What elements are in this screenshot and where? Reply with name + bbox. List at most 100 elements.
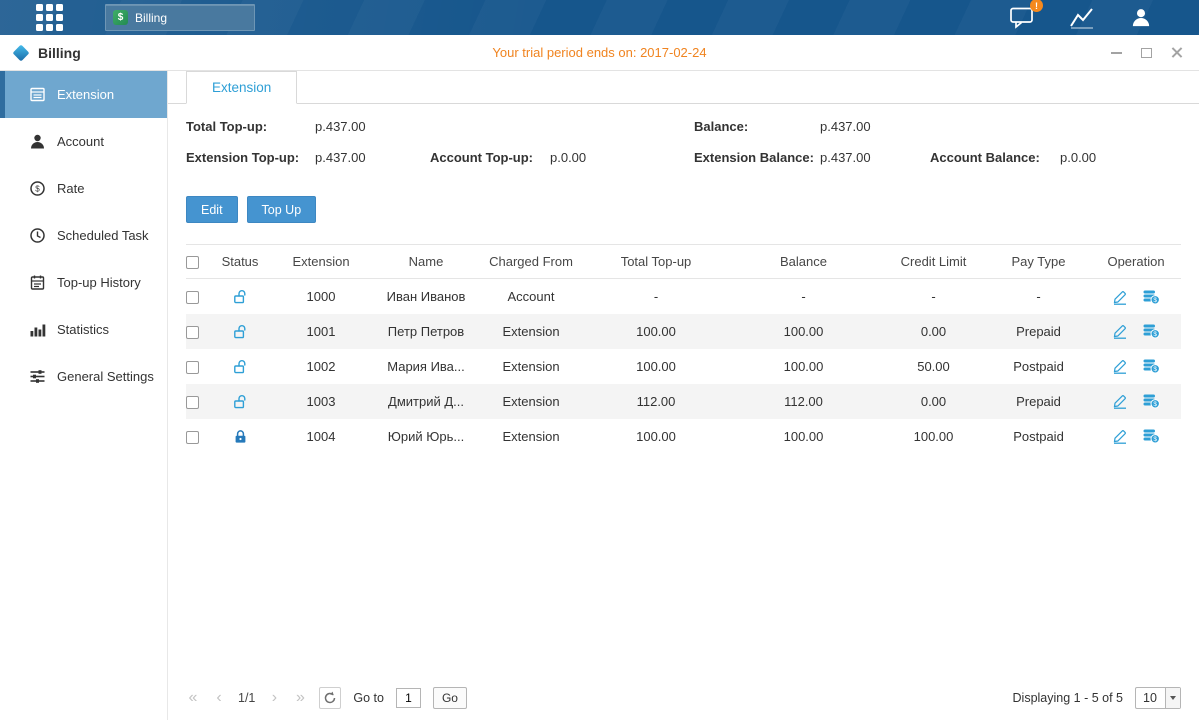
sidebar-item-rate[interactable]: $ Rate bbox=[0, 165, 167, 212]
cell-credit-limit: 100.00 bbox=[881, 419, 986, 454]
sidebar-item-account[interactable]: Account bbox=[0, 118, 167, 165]
cell-credit-limit: - bbox=[881, 279, 986, 314]
ledger-icon bbox=[29, 86, 46, 103]
edit-pencil-icon[interactable] bbox=[1112, 323, 1128, 339]
table-header-row: Status Extension Name Charged From Total… bbox=[186, 245, 1181, 279]
refresh-button[interactable] bbox=[319, 687, 341, 709]
locked-padlock-icon bbox=[233, 428, 248, 443]
top-up-coins-icon[interactable]: $ bbox=[1142, 428, 1160, 444]
sidebar-item-label: Extension bbox=[57, 87, 114, 102]
row-checkbox[interactable] bbox=[186, 396, 199, 409]
go-button[interactable]: Go bbox=[433, 687, 467, 709]
sidebar-item-scheduled-task[interactable]: Scheduled Task bbox=[0, 212, 167, 259]
cell-balance: 100.00 bbox=[726, 349, 881, 384]
sidebar-item-label: Statistics bbox=[57, 322, 109, 337]
row-checkbox[interactable] bbox=[186, 291, 199, 304]
table-row: 1002Мария Ива...Extension100.00100.0050.… bbox=[186, 349, 1181, 384]
header-extension: Extension bbox=[266, 245, 376, 279]
apps-grid-icon[interactable] bbox=[36, 4, 63, 31]
page-size-select[interactable]: 10 bbox=[1135, 687, 1181, 709]
svg-text:$: $ bbox=[1153, 297, 1157, 304]
page-size-value: 10 bbox=[1136, 691, 1165, 705]
top-up-coins-icon[interactable]: $ bbox=[1142, 393, 1160, 409]
sidebar-item-general-settings[interactable]: General Settings bbox=[0, 353, 167, 400]
extension-topup-label: Extension Top-up: bbox=[186, 150, 299, 165]
cell-extension: 1000 bbox=[266, 279, 376, 314]
edit-button[interactable]: Edit bbox=[186, 196, 238, 223]
unlocked-padlock-icon bbox=[233, 323, 248, 338]
account-balance-value: p.0.00 bbox=[1060, 150, 1096, 165]
topbar-right: ! bbox=[1009, 6, 1153, 29]
messages-icon[interactable]: ! bbox=[1009, 6, 1035, 29]
edit-pencil-icon[interactable] bbox=[1112, 358, 1128, 374]
maximize-button[interactable] bbox=[1140, 46, 1153, 59]
unlocked-padlock-icon bbox=[233, 358, 248, 373]
displaying-text: Displaying 1 - 5 of 5 bbox=[1013, 691, 1123, 705]
header-pay-type: Pay Type bbox=[986, 245, 1091, 279]
billing-dollar-icon: $ bbox=[113, 10, 128, 25]
sidebar-item-label: Rate bbox=[57, 181, 84, 196]
account-topup-label: Account Top-up: bbox=[430, 150, 533, 165]
first-page-button[interactable]: « bbox=[186, 690, 200, 706]
billing-logo bbox=[13, 44, 30, 61]
edit-pencil-icon[interactable] bbox=[1112, 393, 1128, 409]
sidebar-item-label: Top-up History bbox=[57, 275, 141, 290]
top-up-coins-icon[interactable]: $ bbox=[1142, 323, 1160, 339]
sidebar-item-statistics[interactable]: Statistics bbox=[0, 306, 167, 353]
user-icon[interactable] bbox=[1129, 6, 1153, 29]
taskbar-tab-billing[interactable]: $ Billing bbox=[105, 4, 255, 31]
cell-name: Иван Иванов bbox=[376, 279, 476, 314]
tab-extension[interactable]: Extension bbox=[186, 71, 297, 104]
cell-extension: 1002 bbox=[266, 349, 376, 384]
extension-table-body: 1000Иван ИвановAccount----$1001Петр Петр… bbox=[186, 279, 1181, 454]
row-checkbox[interactable] bbox=[186, 326, 199, 339]
cell-total-topup: 100.00 bbox=[586, 314, 726, 349]
cell-pay-type: Prepaid bbox=[986, 384, 1091, 419]
select-all-checkbox[interactable] bbox=[186, 256, 199, 269]
cell-total-topup: 100.00 bbox=[586, 349, 726, 384]
close-button[interactable] bbox=[1170, 46, 1183, 59]
cell-charged-from: Extension bbox=[476, 419, 586, 454]
window-controls bbox=[1110, 46, 1183, 59]
tab-bar: Extension bbox=[168, 71, 1199, 104]
chart-icon[interactable] bbox=[1069, 7, 1095, 29]
top-up-coins-icon[interactable]: $ bbox=[1142, 289, 1160, 305]
prev-page-button[interactable]: ‹ bbox=[212, 690, 226, 706]
page-indicator: 1/1 bbox=[238, 691, 255, 705]
total-topup-label: Total Top-up: bbox=[186, 119, 267, 134]
sidebar: Extension Account $ Rate Scheduled Task … bbox=[0, 71, 168, 720]
account-topup-value: p.0.00 bbox=[550, 150, 586, 165]
table-row: 1004Юрий Юрь...Extension100.00100.00100.… bbox=[186, 419, 1181, 454]
edit-pencil-icon[interactable] bbox=[1112, 289, 1128, 305]
cell-extension: 1003 bbox=[266, 384, 376, 419]
goto-page-input[interactable] bbox=[396, 688, 421, 708]
header-credit-limit: Credit Limit bbox=[881, 245, 986, 279]
calendar-icon bbox=[29, 274, 46, 291]
header-operation: Operation bbox=[1091, 245, 1181, 279]
minimize-button[interactable] bbox=[1110, 46, 1123, 59]
header-charged-from: Charged From bbox=[476, 245, 586, 279]
balance-value: p.437.00 bbox=[820, 119, 871, 134]
cell-charged-from: Extension bbox=[476, 384, 586, 419]
pagination-bar: « ‹ 1/1 › » Go to Go Displaying 1 - 5 of… bbox=[168, 686, 1199, 720]
sidebar-item-topup-history[interactable]: Top-up History bbox=[0, 259, 167, 306]
account-balance-label: Account Balance: bbox=[930, 150, 1040, 165]
last-page-button[interactable]: » bbox=[293, 690, 307, 706]
sidebar-item-extension[interactable]: Extension bbox=[0, 71, 167, 118]
row-checkbox[interactable] bbox=[186, 431, 199, 444]
cell-charged-from: Extension bbox=[476, 314, 586, 349]
extension-table-wrap: Status Extension Name Charged From Total… bbox=[186, 244, 1181, 454]
header-total-topup: Total Top-up bbox=[586, 245, 726, 279]
top-up-coins-icon[interactable]: $ bbox=[1142, 358, 1160, 374]
svg-text:$: $ bbox=[1153, 401, 1157, 408]
svg-text:$: $ bbox=[35, 185, 40, 194]
cell-balance: 100.00 bbox=[726, 314, 881, 349]
edit-pencil-icon[interactable] bbox=[1112, 428, 1128, 444]
coin-icon: $ bbox=[29, 180, 46, 197]
extension-topup-value: p.437.00 bbox=[315, 150, 366, 165]
next-page-button[interactable]: › bbox=[267, 690, 281, 706]
row-checkbox[interactable] bbox=[186, 361, 199, 374]
top-up-button[interactable]: Top Up bbox=[247, 196, 317, 223]
cell-charged-from: Extension bbox=[476, 349, 586, 384]
chevron-down-icon bbox=[1165, 688, 1180, 708]
